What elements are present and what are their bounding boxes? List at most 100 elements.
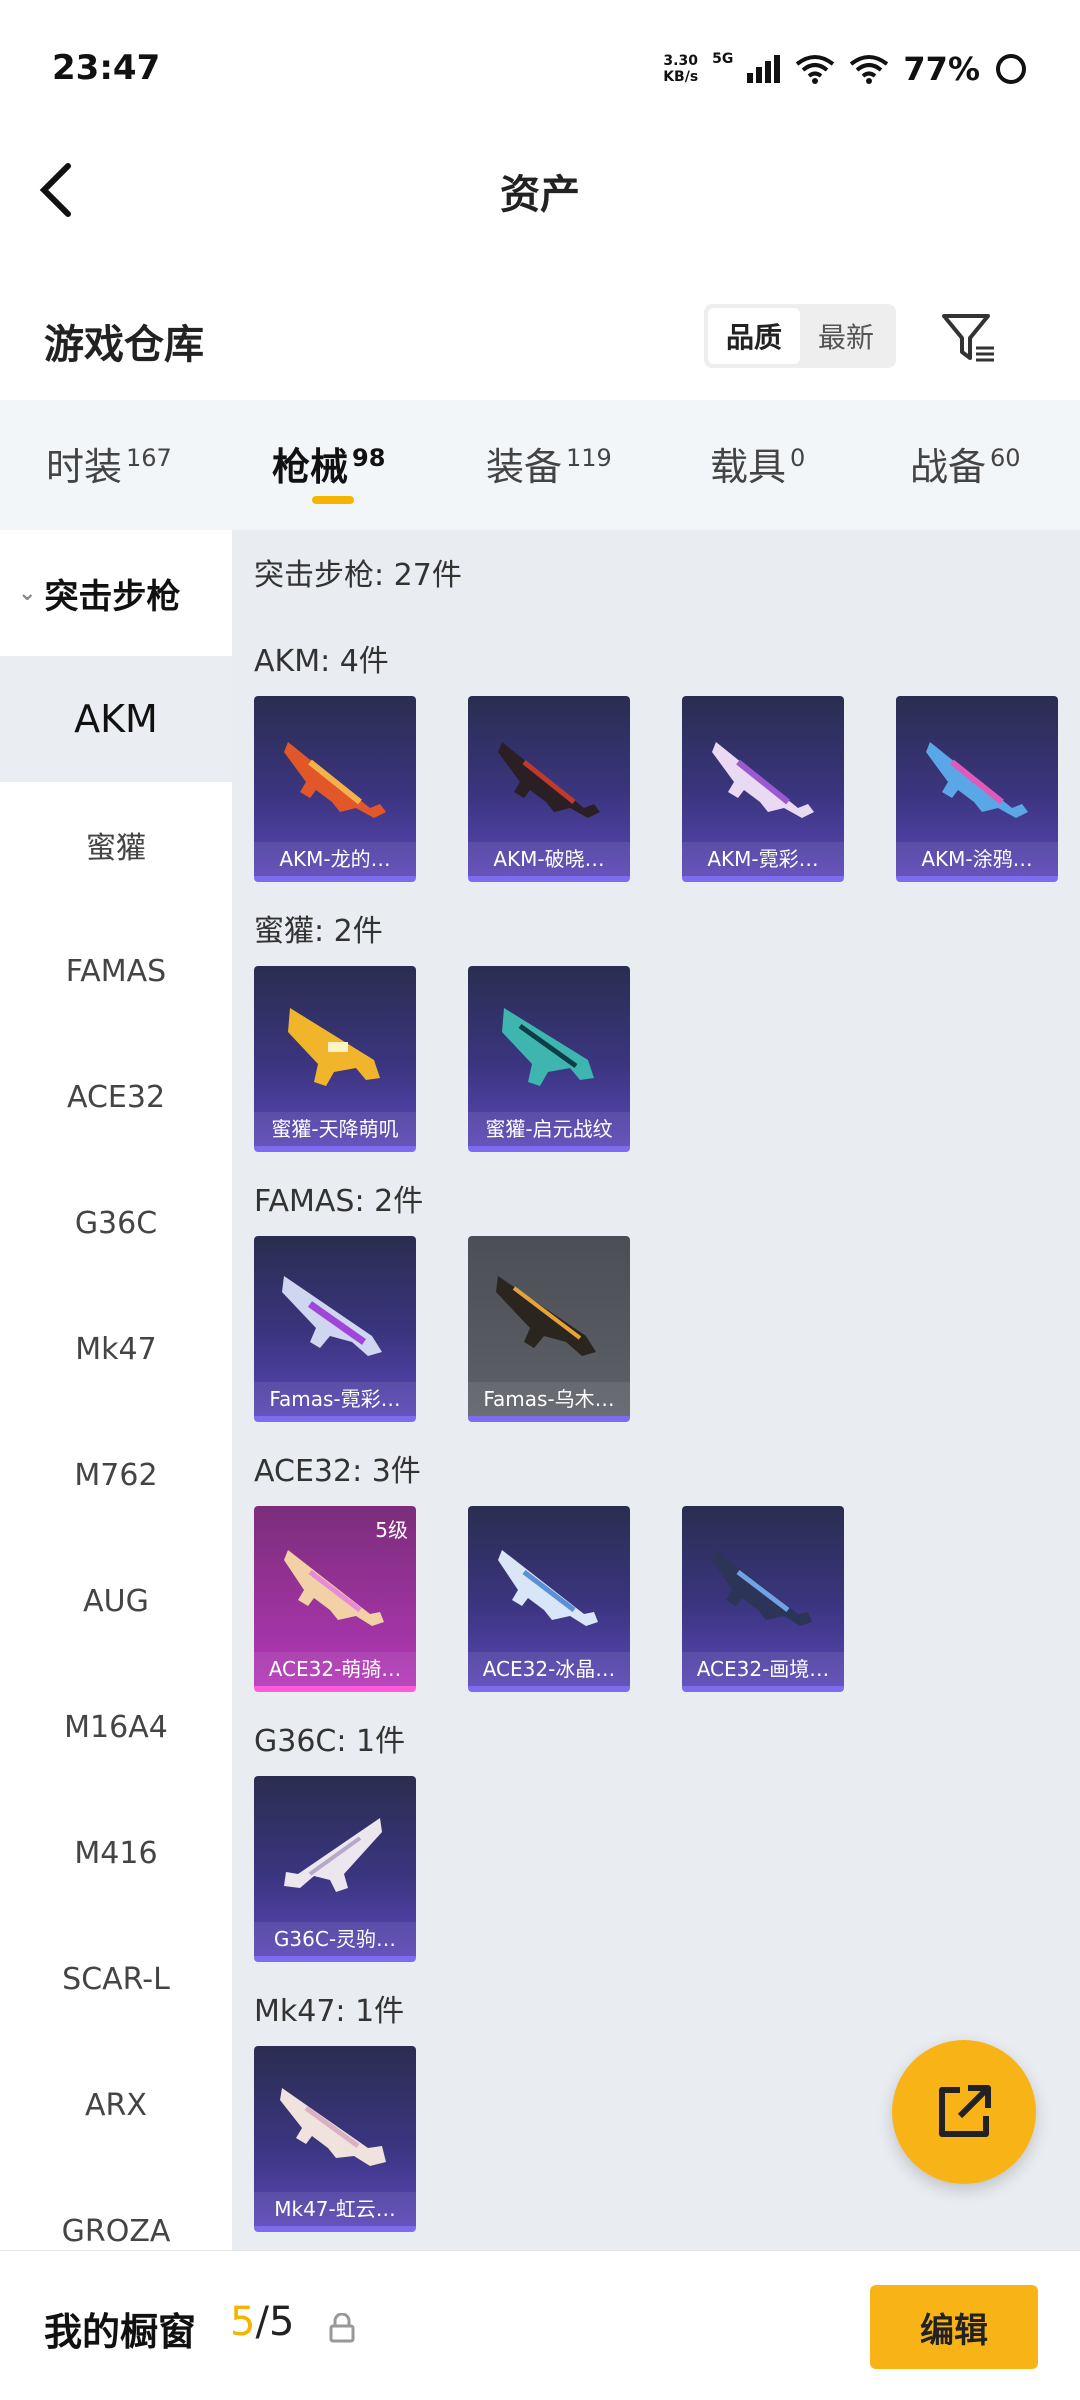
showcase-count-total: 5 [268, 2299, 295, 2345]
sort-quality[interactable]: 品质 [708, 308, 800, 364]
weapon-card[interactable]: Famas-霓彩… [254, 1236, 416, 1422]
sidebar-item-mk47[interactable]: Mk47 [0, 1286, 232, 1412]
rifle-icon [502, 1008, 594, 1086]
weapon-card[interactable]: ACE32-画境… [682, 1506, 844, 1692]
tab-count: 98 [352, 444, 386, 472]
weapon-card[interactable]: 5级 ACE32-萌骑… [254, 1506, 416, 1692]
share-external-icon [939, 2085, 991, 2137]
wifi-icon [796, 55, 835, 84]
net-speed-value: 3.30 [663, 53, 698, 69]
sidebar-item-m762[interactable]: M762 [0, 1412, 232, 1538]
sidebar-item-honey-badger[interactable]: 蜜獾 [0, 782, 232, 908]
signal-icon [747, 55, 781, 83]
chevron-down-icon: ⌄ [18, 580, 37, 606]
rifle-icon [284, 1550, 384, 1626]
sidebar-item-groza[interactable]: GROZA [0, 2168, 232, 2250]
showcase-count: 5/5 [230, 2299, 294, 2345]
tab-label: 载具 [710, 445, 787, 489]
sidebar-item-m416[interactable]: M416 [0, 1790, 232, 1916]
card-label: AKM-涂鸦… [896, 842, 1058, 876]
card-label: AKM-破晓… [468, 842, 630, 876]
rifle-icon [282, 1276, 382, 1356]
weapon-grid: 突击步枪: 27件 AKM: 4件 AKM-龙的… AKM-破晓… AKM-霓彩… [232, 530, 1080, 2250]
tab-label: 战备 [910, 445, 987, 489]
sidebar-group-assault-rifles[interactable]: ⌄ 突击步枪 [0, 530, 232, 656]
net-speed: 3.30 KB/s [663, 53, 698, 85]
status-time: 23:47 [52, 48, 161, 88]
rifle-icon [498, 742, 600, 818]
group-label-famas: FAMAS: 2件 [254, 1184, 424, 1219]
weapon-card[interactable]: 蜜獾-启元战纹 [468, 966, 630, 1152]
card-label: AKM-霓彩… [682, 842, 844, 876]
tab-label: 时装 [46, 445, 123, 489]
weapon-card[interactable]: AKM-龙的… [254, 696, 416, 882]
tab-vehicles[interactable]: 载具 0 [710, 436, 805, 491]
card-label: 蜜獾-天降萌叽 [254, 1112, 416, 1146]
card-label: Mk47-虹云… [254, 2192, 416, 2226]
tab-label: 装备 [486, 445, 563, 489]
sidebar-item-m16a4[interactable]: M16A4 [0, 1664, 232, 1790]
sidebar-group-label: 突击步枪 [44, 576, 181, 617]
showcase-count-sep: / [255, 2299, 269, 2345]
filter-icon [942, 314, 994, 362]
sidebar-item-arx[interactable]: ARX [0, 2042, 232, 2168]
sidebar-item-akm[interactable]: AKM [0, 656, 232, 782]
tab-fashion[interactable]: 时装 167 [46, 436, 172, 491]
net-speed-unit: KB/s [663, 69, 699, 85]
tab-equipment[interactable]: 装备 119 [486, 436, 612, 491]
weapon-card[interactable]: Mk47-虹云… [254, 2046, 416, 2232]
tab-count: 167 [126, 444, 172, 472]
weapon-card[interactable]: ACE32-冰晶… [468, 1506, 630, 1692]
sidebar-item-ace32[interactable]: ACE32 [0, 1034, 232, 1160]
weapon-card[interactable]: AKM-霓彩… [682, 696, 844, 882]
network-type: 5G [712, 51, 734, 67]
filter-button[interactable] [938, 308, 998, 368]
tab-weapons[interactable]: 枪械 98 [272, 436, 385, 491]
weapon-card[interactable]: AKM-涂鸦… [896, 696, 1058, 882]
section-row: 游戏仓库 品质 最新 [0, 290, 1080, 400]
rifle-icon [288, 1008, 380, 1086]
group-label-ace32: ACE32: 3件 [254, 1454, 421, 1489]
category-summary: 突击步枪: 27件 [254, 558, 462, 593]
showcase-bar: 我的橱窗 5/5 编辑 [0, 2250, 1080, 2400]
active-tab-indicator [312, 496, 354, 504]
status-right: 3.30 KB/s 5G 77% [663, 50, 1028, 88]
group-label-honey-badger: 蜜獾: 2件 [254, 914, 383, 949]
card-label: ACE32-冰晶… [468, 1652, 630, 1686]
tab-supplies[interactable]: 战备 60 [910, 436, 1021, 491]
share-button[interactable] [892, 2040, 1036, 2184]
wifi-icon [850, 55, 889, 84]
battery-level: 77% [903, 50, 980, 88]
weapon-card[interactable]: Famas-乌木… [468, 1236, 630, 1422]
tab-label: 枪械 [272, 445, 349, 489]
rifle-icon [280, 2088, 386, 2166]
showcase-title: 我的橱窗 [44, 2310, 197, 2354]
tab-count: 119 [566, 444, 612, 472]
rifle-icon [926, 742, 1028, 818]
lock-icon [329, 2313, 355, 2343]
app-header: 资产 [0, 140, 1080, 240]
weapon-card[interactable]: 蜜獾-天降萌叽 [254, 966, 416, 1152]
sidebar-item-aug[interactable]: AUG [0, 1538, 232, 1664]
weapon-card[interactable]: AKM-破晓… [468, 696, 630, 882]
tab-count: 0 [790, 444, 806, 472]
edit-button[interactable]: 编辑 [870, 2285, 1038, 2369]
card-label: ACE32-萌骑… [254, 1652, 416, 1686]
weapon-sidebar: ⌄ 突击步枪 AKM 蜜獾 FAMAS ACE32 G36C Mk47 M762… [0, 530, 232, 2250]
card-label: 蜜獾-启元战纹 [468, 1112, 630, 1146]
sidebar-item-g36c[interactable]: G36C [0, 1160, 232, 1286]
weapon-card[interactable]: G36C-灵驹… [254, 1776, 416, 1962]
rifle-icon [284, 1818, 382, 1892]
sidebar-item-scar-l[interactable]: SCAR-L [0, 1916, 232, 2042]
group-label-mk47: Mk47: 1件 [254, 1994, 405, 2029]
card-label: Famas-乌木… [468, 1382, 630, 1416]
status-bar: 23:47 3.30 KB/s 5G 77% [0, 0, 1080, 140]
rifle-icon [496, 1276, 596, 1356]
sort-newest[interactable]: 最新 [800, 308, 892, 364]
card-label: G36C-灵驹… [254, 1922, 416, 1956]
card-label: AKM-龙的… [254, 842, 416, 876]
battery-ring-icon [996, 54, 1026, 84]
category-tabs: 时装 167 枪械 98 装备 119 载具 0 战备 60 [0, 400, 1080, 530]
group-label-akm: AKM: 4件 [254, 644, 389, 679]
sidebar-item-famas[interactable]: FAMAS [0, 908, 232, 1034]
